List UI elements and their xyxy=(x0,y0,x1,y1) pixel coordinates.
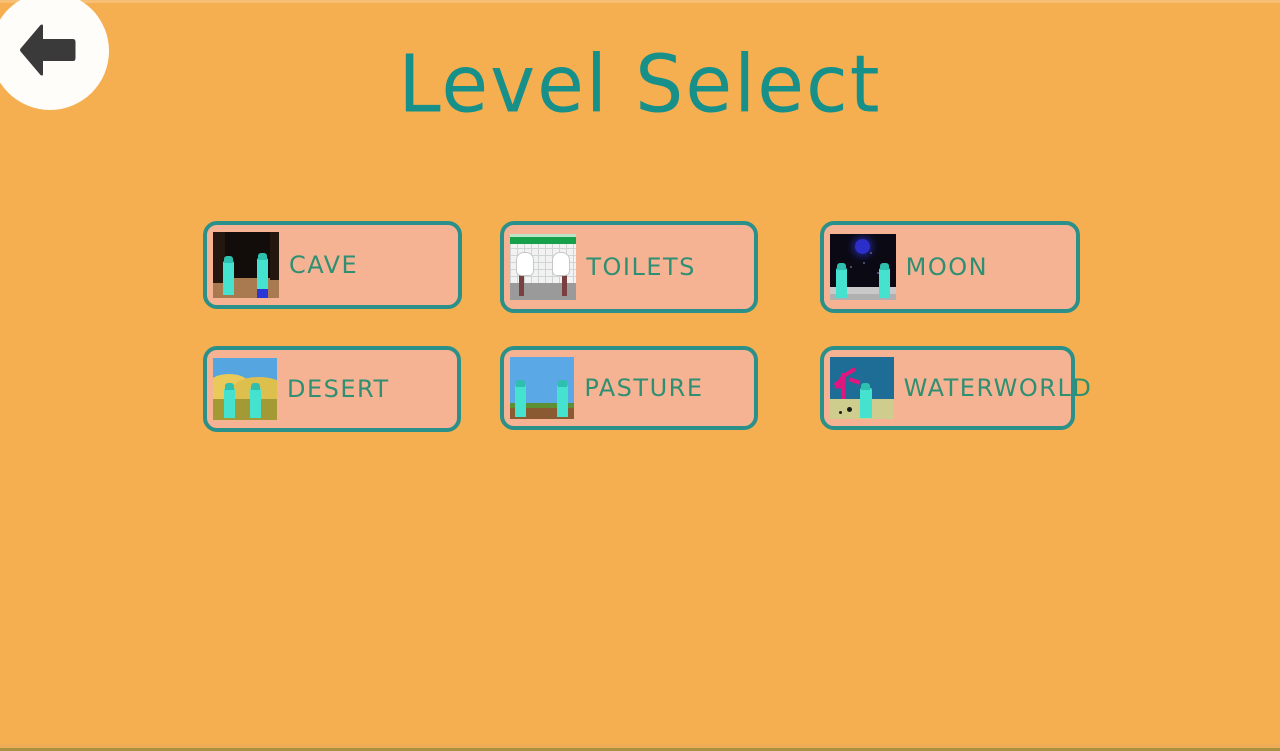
level-label-desert: DESERT xyxy=(287,375,390,403)
desert-thumbnail xyxy=(213,358,277,420)
level-label-moon: MOON xyxy=(905,253,989,281)
page-title-text: Level Select xyxy=(398,36,882,131)
pasture-thumbnail xyxy=(510,357,575,419)
page-title: Level Select xyxy=(0,36,1280,131)
top-edge-band xyxy=(0,0,1280,3)
level-grid: CAVE TOILETS MOON DESERT PASTURE WATERWO… xyxy=(203,221,1103,432)
moon-thumbnail xyxy=(829,234,896,300)
level-cell: WATERWORLD xyxy=(784,346,1103,430)
arrow-left-icon xyxy=(18,23,76,77)
level-card-pasture[interactable]: PASTURE xyxy=(500,346,759,430)
level-card-moon[interactable]: MOON xyxy=(819,221,1080,313)
level-cell: PASTURE xyxy=(486,346,783,430)
level-label-toilets: TOILETS xyxy=(586,253,696,281)
level-row: CAVE TOILETS MOON xyxy=(203,221,1103,313)
level-cell: MOON xyxy=(784,221,1103,313)
level-row: DESERT PASTURE WATERWORLD xyxy=(203,346,1103,432)
level-label-waterworld: WATERWORLD xyxy=(903,374,1093,402)
level-card-cave[interactable]: CAVE xyxy=(203,221,462,309)
level-card-desert[interactable]: DESERT xyxy=(203,346,461,432)
level-card-toilets[interactable]: TOILETS xyxy=(500,221,759,313)
level-label-cave: CAVE xyxy=(289,251,359,279)
level-cell: DESERT xyxy=(203,346,486,432)
toilets-thumbnail xyxy=(510,234,577,300)
waterworld-thumbnail xyxy=(829,357,894,419)
level-label-pasture: PASTURE xyxy=(584,374,704,402)
cave-thumbnail xyxy=(213,232,279,298)
level-cell: CAVE xyxy=(203,221,486,309)
level-cell: TOILETS xyxy=(486,221,783,313)
level-card-waterworld[interactable]: WATERWORLD xyxy=(819,346,1091,430)
